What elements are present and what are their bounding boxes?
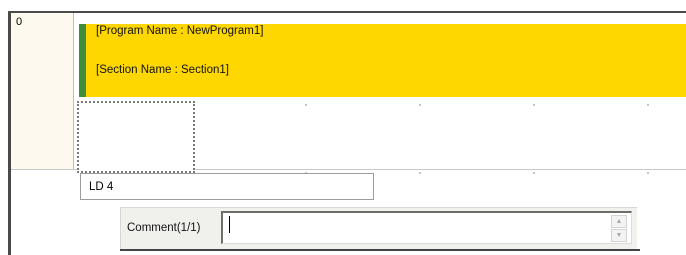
rung-number: 0 xyxy=(16,16,23,28)
comment-label: Comment(1/1) xyxy=(127,222,201,234)
grid-dot xyxy=(647,172,649,174)
grid-dot xyxy=(647,104,649,106)
grid-dot xyxy=(419,172,421,174)
header-accent-stripe xyxy=(79,24,86,97)
spin-up-arrow-icon[interactable]: ▲ xyxy=(611,215,627,228)
grid-dot xyxy=(533,172,535,174)
spin-down-arrow-icon[interactable]: ▼ xyxy=(611,229,627,242)
program-name-label: [Program Name : NewProgram1] xyxy=(96,25,264,37)
rung-number-column[interactable]: 0 xyxy=(11,13,74,170)
selection-cursor-cell[interactable] xyxy=(77,101,195,173)
comment-panel-bottom-border xyxy=(120,249,640,251)
grid-top-border xyxy=(8,11,686,13)
grid-dot xyxy=(533,104,535,106)
mnemonic-input[interactable] xyxy=(80,173,374,200)
grid-dot xyxy=(419,104,421,106)
section-name-label: [Section Name : Section1] xyxy=(96,64,229,76)
grid-dot xyxy=(305,104,307,106)
text-caret xyxy=(229,216,230,233)
comment-input[interactable] xyxy=(221,211,632,244)
ladder-editor: 0 [Program Name : NewProgram1] [Section … xyxy=(0,0,686,255)
